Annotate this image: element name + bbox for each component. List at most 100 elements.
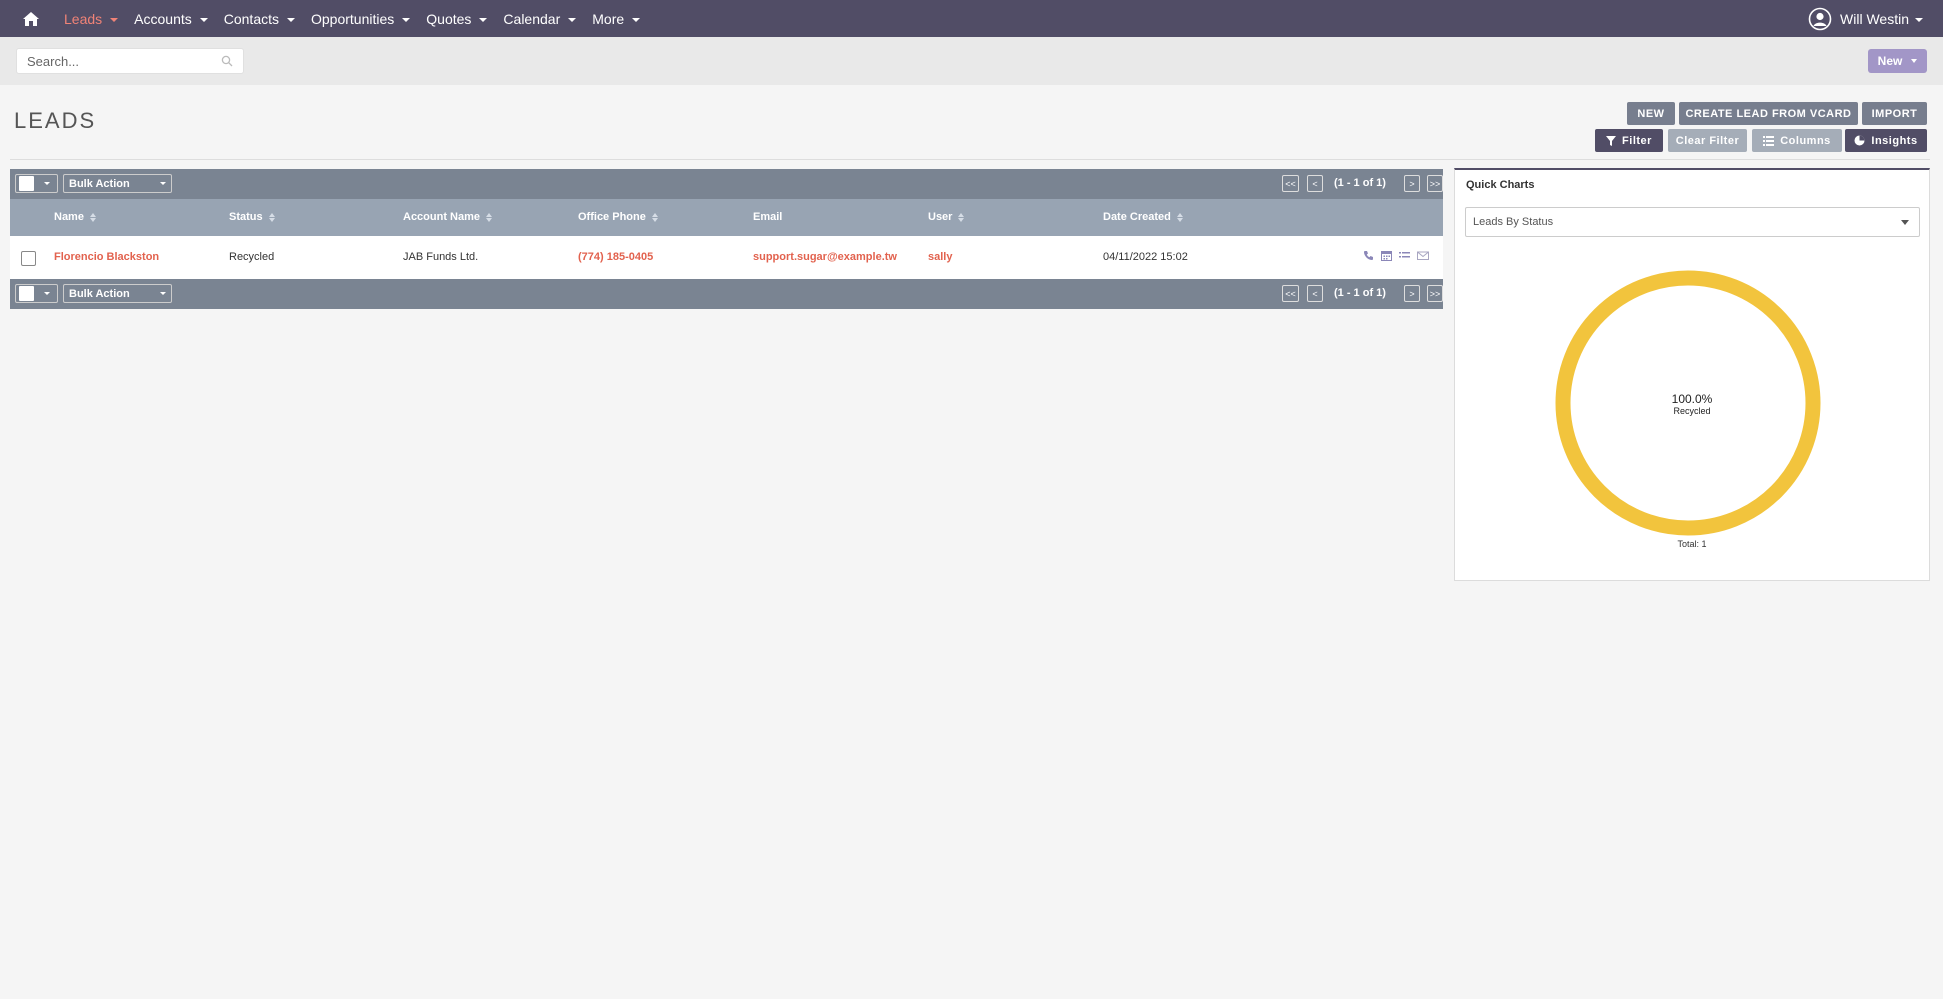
email-icon[interactable] (1417, 250, 1429, 261)
select-all-dropdown[interactable] (15, 174, 58, 193)
search-box (16, 48, 244, 74)
nav-item-calendar[interactable]: Calendar (501, 0, 590, 37)
filter-icon (1606, 135, 1617, 146)
filter-label: Filter (1622, 134, 1652, 147)
quick-charts-panel: Quick Charts Leads By Status 100.0% Recy… (1454, 168, 1930, 581)
sort-icon (268, 212, 275, 222)
chevron-down-icon (402, 17, 411, 22)
user-avatar-icon (1808, 7, 1832, 30)
prev-page-button[interactable]: < (1307, 175, 1323, 192)
select-all-checkbox[interactable] (19, 176, 34, 191)
chevron-down-icon (568, 17, 577, 22)
sort-icon (651, 212, 658, 222)
column-header-date-created[interactable]: Date Created (1103, 211, 1183, 223)
chevron-down-icon (160, 292, 166, 295)
pagination-bar-bottom: Bulk Action << < (1 - 1 of 1) > >> (10, 279, 1443, 309)
lead-name-link[interactable]: Florencio Blackston (54, 251, 159, 263)
pie-chart-icon (1854, 135, 1865, 146)
bulk-action-label: Bulk Action (69, 177, 130, 190)
columns-list-icon (1763, 135, 1775, 146)
insights-button[interactable]: Insights (1845, 129, 1927, 152)
search-icon[interactable] (221, 55, 233, 67)
pagination-text: (1 - 1 of 1) (1334, 287, 1386, 299)
donut-center-label: Recycled (1673, 406, 1711, 416)
lead-office-phone-link[interactable]: (774) 185-0405 (578, 251, 653, 263)
column-header-email: Email (753, 211, 782, 223)
column-label: Office Phone (578, 211, 646, 223)
lead-status: Recycled (229, 251, 275, 263)
next-page-button[interactable]: > (1404, 175, 1420, 192)
row-checkbox[interactable] (21, 251, 36, 266)
column-header-status[interactable]: Status (229, 211, 275, 223)
chevron-down-icon (44, 182, 50, 185)
clear-filter-button[interactable]: Clear Filter (1668, 129, 1747, 152)
search-input[interactable] (17, 53, 217, 69)
home-button[interactable] (0, 0, 62, 37)
new-button[interactable]: NEW (1627, 102, 1675, 125)
task-list-icon[interactable] (1399, 250, 1410, 261)
chevron-down-icon (287, 17, 295, 22)
chevron-down-icon (110, 17, 119, 22)
column-label: Date Created (1103, 211, 1171, 223)
chevron-down-icon (1911, 59, 1918, 63)
sort-icon (958, 212, 965, 222)
next-page-button[interactable]: > (1404, 285, 1420, 302)
select-all-checkbox[interactable] (19, 286, 34, 301)
nav-item-accounts[interactable]: Accounts (132, 0, 222, 37)
nav-item-quotes[interactable]: Quotes (424, 0, 501, 37)
leads-list: Bulk Action << < (1 - 1 of 1) > >> Name … (10, 169, 1443, 309)
column-label: Email (753, 211, 783, 223)
home-icon (23, 11, 39, 26)
column-header-office-phone[interactable]: Office Phone (578, 211, 658, 223)
nav-label: Opportunities (311, 10, 395, 27)
filter-button[interactable]: Filter (1595, 129, 1663, 152)
nav-item-contacts[interactable]: Contacts (222, 0, 309, 37)
calendar-icon[interactable] (1381, 250, 1392, 261)
title-divider (10, 159, 1930, 160)
prev-page-button[interactable]: < (1307, 285, 1323, 302)
select-all-dropdown[interactable] (15, 284, 58, 303)
nav-label: Quotes (426, 10, 472, 27)
user-menu[interactable]: Will Westin (1808, 0, 1923, 37)
pagination-text: (1 - 1 of 1) (1334, 177, 1386, 189)
sub-toolbar: New (0, 37, 1943, 85)
chevron-down-icon (44, 292, 50, 295)
pagination-bar-top: Bulk Action << < (1 - 1 of 1) > >> (10, 169, 1443, 199)
new-record-button[interactable]: New (1868, 49, 1927, 73)
last-page-button[interactable]: >> (1427, 285, 1443, 302)
column-header-account-name[interactable]: Account Name (403, 211, 493, 223)
nav-label: Contacts (223, 10, 279, 27)
import-button[interactable]: IMPORT (1862, 102, 1927, 125)
chevron-down-icon (199, 17, 208, 22)
nav-label: Calendar (503, 10, 561, 27)
chevron-down-icon (479, 17, 488, 22)
first-page-button[interactable]: << (1282, 175, 1299, 192)
sort-icon (486, 212, 493, 222)
nav-item-leads[interactable]: Leads (62, 0, 132, 37)
lead-user-link[interactable]: sally (928, 251, 952, 263)
lead-account-name: JAB Funds Ltd. (403, 251, 479, 263)
user-name: Will Westin (1840, 10, 1909, 27)
new-record-label: New (1877, 54, 1903, 68)
bulk-action-dropdown[interactable]: Bulk Action (63, 174, 172, 193)
last-page-button[interactable]: >> (1427, 175, 1443, 192)
leads-by-status-donut-chart (1555, 270, 1821, 536)
top-nav: Leads Accounts Contacts Opportunities Qu… (0, 0, 1943, 37)
insights-label: Insights (1871, 134, 1918, 147)
first-page-button[interactable]: << (1282, 285, 1299, 302)
chart-total: Total: 1 (1677, 539, 1707, 549)
donut-center-percent: 100.0% (1671, 392, 1713, 406)
create-lead-from-vcard-button[interactable]: CREATE LEAD FROM VCARD (1679, 102, 1858, 125)
chevron-down-icon (160, 182, 166, 185)
column-header-name[interactable]: Name (54, 211, 96, 223)
nav-item-more[interactable]: More (590, 0, 654, 37)
column-header-user[interactable]: User (928, 211, 965, 223)
phone-icon[interactable] (1363, 250, 1374, 261)
chevron-down-icon (1915, 17, 1923, 22)
nav-item-opportunities[interactable]: Opportunities (309, 0, 424, 37)
lead-email-link[interactable]: support.sugar@example.tw (753, 251, 897, 263)
bulk-action-dropdown[interactable]: Bulk Action (63, 284, 172, 303)
page-title: LEADS (14, 108, 97, 133)
columns-button[interactable]: Columns (1752, 129, 1842, 152)
column-label: Name (54, 211, 84, 223)
